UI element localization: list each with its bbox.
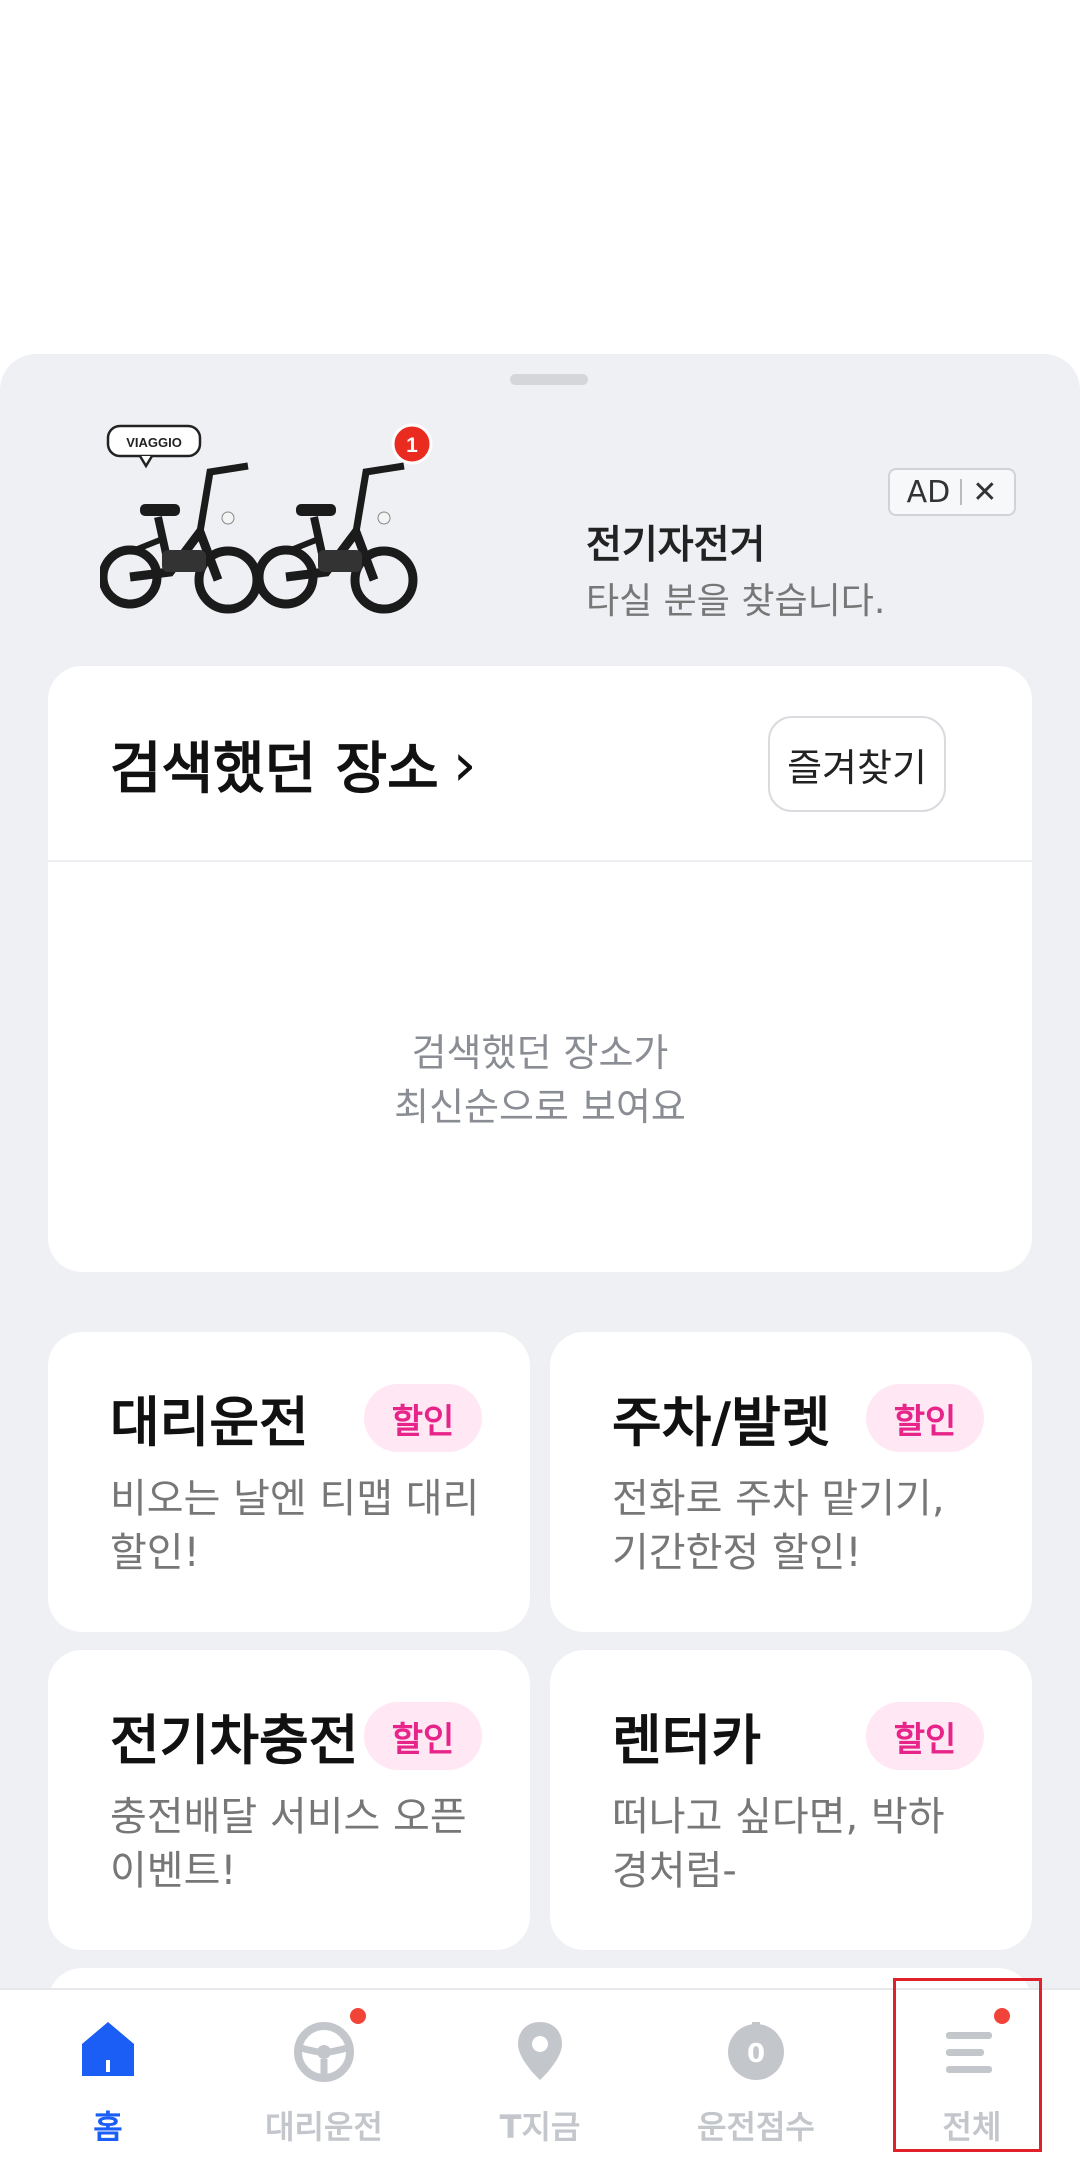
- discount-badge: 할인: [866, 1384, 984, 1452]
- nav-label: 홈: [93, 2108, 123, 2146]
- ad-title: 전기자전거: [586, 523, 766, 568]
- service-title: 대리운전: [110, 1391, 309, 1454]
- discount-badge: 할인: [866, 1702, 984, 1770]
- home-icon: [82, 2022, 134, 2076]
- map-area[interactable]: [0, 0, 1080, 360]
- service-description: 떠나고 싶다면, 박하 경처럼-: [612, 1794, 945, 1894]
- notification-dot: [350, 2008, 366, 2024]
- chevron-right-icon: ›: [452, 729, 477, 800]
- discount-badge: 할인: [364, 1702, 482, 1770]
- recent-places-empty-message: 검색했던 장소가 최신순으로 보여요: [48, 1026, 1032, 1134]
- ad-count-badge: 1: [406, 434, 418, 457]
- service-title: 주차/발렛: [612, 1391, 831, 1454]
- service-title: 렌터카: [612, 1709, 762, 1772]
- ad-close-icon[interactable]: ✕: [972, 475, 997, 510]
- ad-tag: AD ✕: [888, 468, 1016, 516]
- ad-subtitle: 타실 분을 찾습니다.: [586, 581, 886, 622]
- service-description: 비오는 날엔 티맵 대리 할인!: [110, 1476, 480, 1576]
- service-description: 전화로 주차 맡기기, 기간한정 할인!: [612, 1476, 945, 1576]
- nav-label: T지금: [499, 2108, 581, 2146]
- nav-item-t-now[interactable]: T지금: [432, 1990, 648, 2170]
- service-description: 충전배달 서비스 오픈 이벤트!: [110, 1794, 467, 1894]
- favorites-button[interactable]: 즐겨찾기: [768, 716, 946, 812]
- ad-bicycle-image: VIAGGIO 1: [100, 423, 433, 614]
- nav-label: 대리운전: [265, 2108, 383, 2146]
- discount-badge: 할인: [364, 1384, 482, 1452]
- service-card-designated-driver[interactable]: 대리운전 할인 비오는 날엔 티맵 대리 할인!: [48, 1332, 530, 1632]
- selection-highlight-box: [893, 1978, 1042, 2152]
- bottom-sheet: VIAGGIO 1 전기자전거 타실 분을 찾습니다. AD ✕ 검색했던 장소…: [0, 354, 1080, 2168]
- empty-line-2: 최신순으로 보여요: [394, 1085, 686, 1129]
- nav-item-driving-score[interactable]: 0 운전점수: [648, 1990, 864, 2170]
- ad-banner[interactable]: VIAGGIO 1 전기자전거 타실 분을 찾습니다. AD ✕: [0, 394, 1080, 644]
- nav-item-home[interactable]: 홈: [0, 1990, 216, 2170]
- nav-label: 운전점수: [697, 2108, 815, 2146]
- score-gauge-value: 0: [747, 2039, 765, 2069]
- empty-line-1: 검색했던 장소가: [411, 1031, 669, 1075]
- sheet-drag-handle[interactable]: [510, 374, 588, 385]
- ad-label: AD: [906, 474, 951, 510]
- service-card-parking-valet[interactable]: 주차/발렛 할인 전화로 주차 맡기기, 기간한정 할인!: [550, 1332, 1032, 1632]
- service-card-rental-car[interactable]: 렌터카 할인 떠나고 싶다면, 박하 경처럼-: [550, 1650, 1032, 1950]
- recent-places-title[interactable]: 검색했던 장소 ›: [110, 724, 477, 805]
- ad-tag-divider: [960, 479, 963, 505]
- service-title: 전기차충전: [110, 1709, 359, 1772]
- recent-places-card: 검색했던 장소 › 즐겨찾기 검색했던 장소가 최신순으로 보여요: [48, 666, 1032, 1272]
- location-pin-icon: [518, 2022, 562, 2080]
- nav-item-designated-driver[interactable]: 대리운전: [216, 1990, 432, 2170]
- recent-places-title-text: 검색했던 장소: [110, 737, 439, 802]
- steering-wheel-icon: [294, 2022, 354, 2082]
- speedometer-icon: 0: [728, 2022, 784, 2080]
- divider: [48, 860, 1032, 862]
- service-card-ev-charging[interactable]: 전기차충전 할인 충전배달 서비스 오픈 이벤트!: [48, 1650, 530, 1950]
- ad-brand-text: VIAGGIO: [126, 435, 182, 450]
